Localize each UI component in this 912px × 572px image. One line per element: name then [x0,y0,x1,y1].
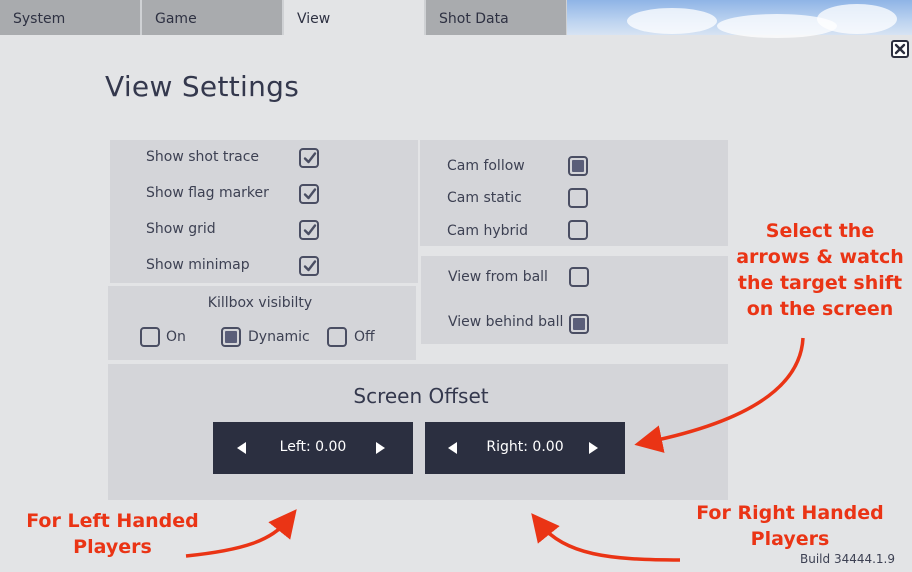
annotation-arrows [185,337,805,562]
annotation-arrow-to-right-offset-below [531,513,681,562]
build-version: Build 34444.1.9 [800,552,896,566]
annotation-arrow-to-right-offset [634,337,805,453]
annotation-arrow-to-left-offset [185,509,297,558]
